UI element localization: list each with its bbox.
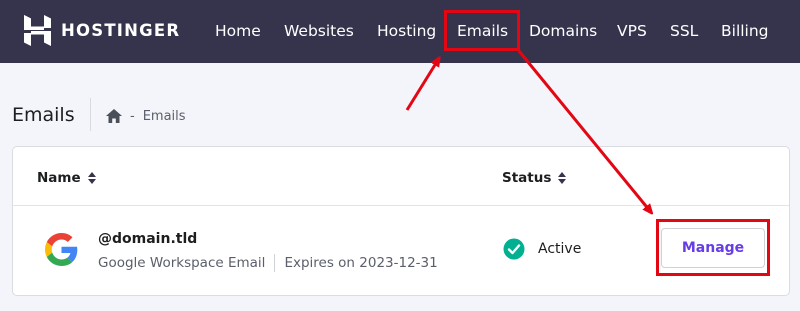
sort-icon[interactable] bbox=[558, 172, 567, 184]
email-domain: @domain.tld bbox=[98, 231, 198, 247]
nav-item-domains[interactable]: Domains bbox=[529, 20, 597, 42]
column-header-name[interactable]: Name bbox=[37, 168, 96, 188]
expiry-date: Expires on 2023-12-31 bbox=[284, 255, 438, 271]
column-header-name-label: Name bbox=[37, 170, 81, 186]
manage-button[interactable]: Manage bbox=[661, 228, 765, 268]
column-header-status-label: Status bbox=[502, 170, 552, 186]
breadcrumb-current: Emails bbox=[142, 108, 186, 124]
brand-logo[interactable]: HOSTINGER bbox=[24, 14, 180, 46]
nav-item-emails[interactable]: Emails bbox=[457, 20, 508, 42]
brand-name: HOSTINGER bbox=[61, 20, 181, 40]
page-title: Emails bbox=[12, 104, 75, 126]
nav-item-vps[interactable]: VPS bbox=[617, 20, 647, 42]
top-navbar: HOSTINGER Home Websites Hosting Emails D… bbox=[0, 0, 800, 63]
status-cell: Active bbox=[503, 238, 581, 260]
product-name: Google Workspace Email bbox=[98, 255, 266, 271]
column-header-status[interactable]: Status bbox=[502, 168, 567, 188]
breadcrumb-separator: - bbox=[130, 108, 135, 124]
sort-icon[interactable] bbox=[87, 172, 96, 184]
nav-item-billing[interactable]: Billing bbox=[721, 20, 769, 42]
header-divider bbox=[13, 205, 789, 206]
breadcrumb: - Emails bbox=[106, 106, 186, 126]
email-meta: Google Workspace Email Expires on 2023-1… bbox=[98, 253, 438, 273]
status-label: Active bbox=[538, 241, 582, 257]
nav-item-ssl[interactable]: SSL bbox=[670, 20, 698, 42]
meta-divider bbox=[274, 254, 276, 272]
nav-item-websites[interactable]: Websites bbox=[284, 20, 354, 42]
hostinger-logo-icon bbox=[24, 14, 51, 46]
google-icon bbox=[45, 233, 78, 266]
arrow-to-emails bbox=[405, 60, 438, 111]
title-divider bbox=[90, 98, 91, 131]
nav-item-hosting[interactable]: Hosting bbox=[377, 20, 436, 42]
nav-item-home[interactable]: Home bbox=[215, 20, 261, 42]
check-circle-icon bbox=[503, 238, 525, 260]
home-icon[interactable] bbox=[106, 109, 122, 123]
emails-table-card bbox=[12, 146, 790, 296]
